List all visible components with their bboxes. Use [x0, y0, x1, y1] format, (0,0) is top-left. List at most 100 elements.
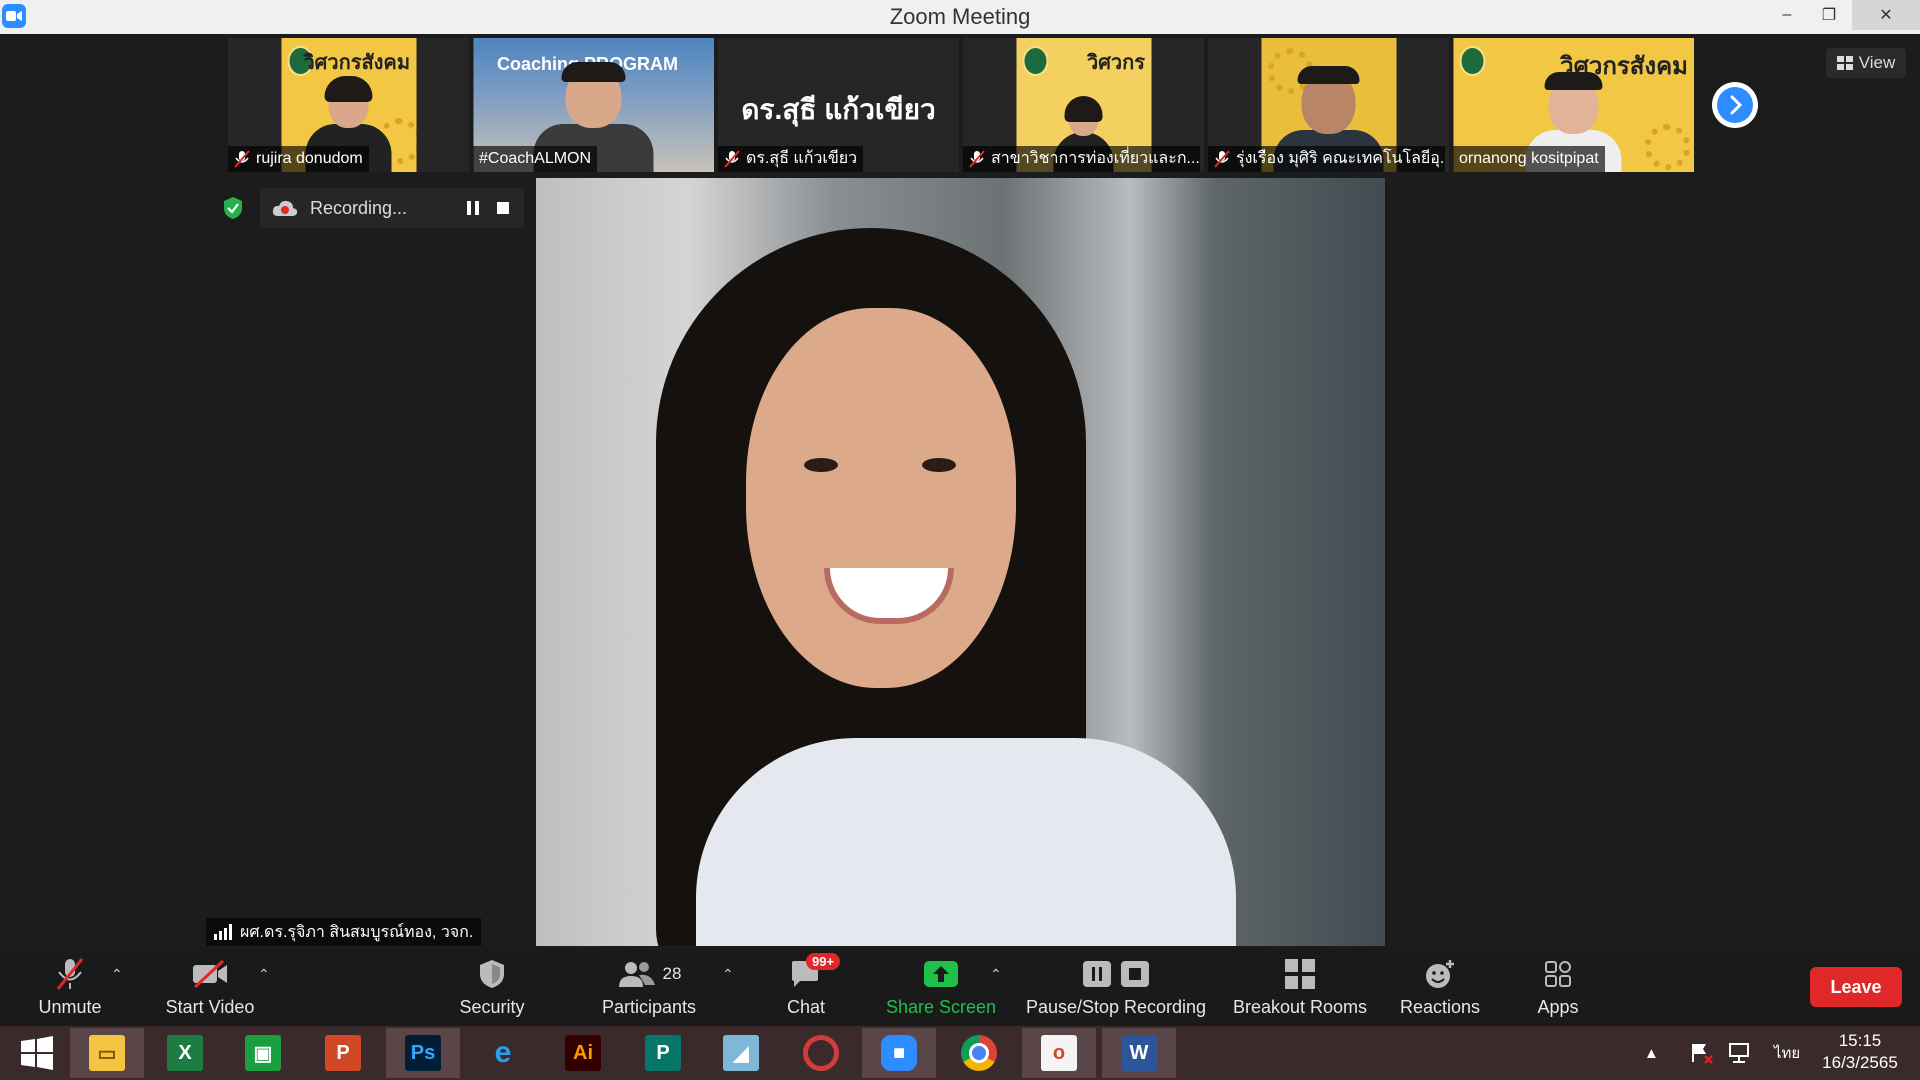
- window-titlebar: Zoom Meeting – ❐ ✕: [0, 0, 1920, 34]
- participant-tile[interactable]: วิศวกร สาขาวิชาการท่องเที่ยวและก...: [963, 38, 1204, 172]
- participant-name: rujira donudom: [256, 150, 363, 167]
- signal-strength-icon: [214, 924, 232, 940]
- participants-button[interactable]: 28 Participants: [596, 948, 702, 1026]
- taskbar-photoscape[interactable]: [784, 1028, 858, 1078]
- language-indicator[interactable]: ไทย: [1774, 1026, 1800, 1080]
- reactions-label: Reactions: [1399, 996, 1481, 1017]
- university-emblem-icon: [1459, 46, 1485, 76]
- breakout-rooms-button[interactable]: Breakout Rooms: [1230, 948, 1370, 1026]
- security-button[interactable]: Security: [452, 948, 532, 1026]
- start-video-label: Start Video: [165, 996, 255, 1017]
- taskbar-excel[interactable]: X: [148, 1028, 222, 1078]
- participant-tile[interactable]: Coaching PROGRAM #CoachALMON: [473, 38, 714, 172]
- chrome-icon: [961, 1035, 997, 1071]
- participant-tile[interactable]: ดร.สุธี แก้วเขียว ดร.สุธี แก้วเขียว: [718, 38, 959, 172]
- network-icon[interactable]: [1728, 1026, 1754, 1080]
- start-video-button[interactable]: Start Video: [160, 948, 260, 1026]
- pause-stop-icon: [1081, 957, 1151, 991]
- taskbar-chrome[interactable]: [942, 1028, 1016, 1078]
- tray-expand-button[interactable]: ▲: [1644, 1026, 1659, 1080]
- participant-name-label: รุ่งเรือง มุศิริ คณะเทคโนโลยีอุ...: [1208, 146, 1445, 172]
- smile: [824, 568, 954, 624]
- share-options-caret-icon[interactable]: ⌃: [990, 966, 1002, 983]
- grid-view-icon: [1836, 56, 1853, 70]
- reactions-button[interactable]: Reactions: [1392, 948, 1488, 1026]
- taskbar-powerpoint[interactable]: P: [306, 1028, 380, 1078]
- chat-icon: 99+: [790, 952, 841, 991]
- muted-mic-icon: [234, 150, 250, 168]
- recording-bar: Recording...: [260, 188, 524, 228]
- system-clock[interactable]: 15:15 16/3/2565: [1808, 1030, 1912, 1074]
- reactions-icon: [1424, 957, 1456, 991]
- office-icon: o: [1041, 1035, 1077, 1071]
- share-screen-icon: [922, 957, 960, 991]
- apps-button[interactable]: Apps: [1528, 948, 1588, 1026]
- taskbar-internet-explorer[interactable]: e: [466, 1028, 540, 1078]
- speaker-face: [746, 308, 1016, 688]
- taskbar-photoshop[interactable]: Ps: [386, 1028, 460, 1078]
- close-button[interactable]: ✕: [1852, 0, 1920, 30]
- taskbar-zoom[interactable]: ■: [862, 1028, 936, 1078]
- share-screen-button[interactable]: Share Screen: [884, 948, 998, 1026]
- breakout-rooms-icon: [1284, 957, 1316, 991]
- participant-display-name: ดร.สุธี แก้วเขียว: [741, 94, 936, 125]
- video-off-icon: [191, 957, 229, 991]
- taskbar-word[interactable]: W: [1102, 1028, 1176, 1078]
- next-page-button[interactable]: [1712, 82, 1758, 128]
- start-button[interactable]: [0, 1028, 74, 1078]
- windows-logo-icon: [21, 1036, 53, 1070]
- clock-time: 15:15: [1838, 1031, 1882, 1050]
- participant-name: รุ่งเรือง มุศิริ คณะเทคโนโลยีอุ...: [1236, 150, 1445, 167]
- chevron-right-icon: [1717, 87, 1753, 123]
- unmute-label: Unmute: [38, 996, 102, 1017]
- pause-stop-recording-button[interactable]: Pause/Stop Recording: [1024, 948, 1208, 1026]
- taskbar-illustrator[interactable]: Ai: [546, 1028, 620, 1078]
- active-speaker-label: ผศ.ดร.รุจิภา สินสมบูรณ์ทอง, วจก.: [206, 918, 482, 946]
- participant-name-label: ดร.สุธี แก้วเขียว: [718, 146, 864, 172]
- chat-label: Chat: [786, 996, 826, 1017]
- poster-title: วิศวกร: [1086, 52, 1145, 74]
- action-center-flag-icon[interactable]: [1690, 1026, 1714, 1080]
- minimize-button[interactable]: –: [1764, 0, 1810, 30]
- taskbar-office[interactable]: o: [1022, 1028, 1096, 1078]
- pause-recording-button[interactable]: [464, 199, 482, 217]
- clock-date: 16/3/2565: [1822, 1053, 1898, 1072]
- folder-icon: ▭: [89, 1035, 125, 1071]
- participant-name-label: rujira donudom: [228, 146, 369, 172]
- active-speaker-video: [536, 178, 1385, 946]
- taskbar-notes[interactable]: ◢: [704, 1028, 778, 1078]
- illustrator-icon: Ai: [565, 1035, 601, 1071]
- shield-icon: [477, 957, 507, 991]
- apps-label: Apps: [1537, 996, 1579, 1017]
- unmute-button[interactable]: Unmute: [30, 948, 110, 1026]
- breakout-rooms-label: Breakout Rooms: [1232, 996, 1368, 1017]
- meeting-toolbar: Unmute ⌃ Start Video ⌃ Security 28 Parti…: [0, 948, 1920, 1026]
- view-label: View: [1858, 53, 1896, 72]
- participant-tile[interactable]: วิศวกรสังคม ornanong kositpipat: [1453, 38, 1694, 172]
- pause-icon: [467, 201, 479, 215]
- participants-options-caret-icon[interactable]: ⌃: [722, 966, 734, 983]
- restore-button[interactable]: ❐: [1806, 0, 1852, 30]
- stop-recording-button[interactable]: [494, 199, 512, 217]
- active-speaker-name: ผศ.ดร.รุจิภา สินสมบูรณ์ทอง, วจก.: [240, 923, 474, 941]
- chat-button[interactable]: 99+ Chat: [776, 948, 841, 1026]
- participant-tile[interactable]: รุ่งเรือง มุศิริ คณะเทคโนโลยีอุ...: [1208, 38, 1449, 172]
- leave-button[interactable]: Leave: [1810, 967, 1902, 1007]
- participant-tile[interactable]: วิศวกรสังคม rujira donudom: [228, 38, 469, 172]
- encryption-shield-icon[interactable]: [218, 193, 248, 223]
- eye: [804, 458, 838, 472]
- speaker-shirt: [696, 738, 1236, 946]
- cloud-recording-icon: [272, 200, 298, 216]
- share-screen-label: Share Screen: [885, 996, 997, 1017]
- muted-mic-icon: [724, 150, 740, 168]
- zoom-icon: ■: [881, 1035, 917, 1071]
- taskbar-file-explorer[interactable]: ▭: [70, 1028, 144, 1078]
- view-button[interactable]: View: [1826, 48, 1906, 78]
- taskbar-publisher[interactable]: P: [626, 1028, 700, 1078]
- university-emblem-icon: [1022, 46, 1048, 76]
- taskbar-store[interactable]: ▣: [226, 1028, 300, 1078]
- video-options-caret-icon[interactable]: ⌃: [258, 966, 270, 983]
- recording-status-area: Recording...: [218, 188, 524, 228]
- audio-options-caret-icon[interactable]: ⌃: [111, 966, 123, 983]
- participant-name: สาขาวิชาการท่องเที่ยวและก...: [991, 150, 1200, 167]
